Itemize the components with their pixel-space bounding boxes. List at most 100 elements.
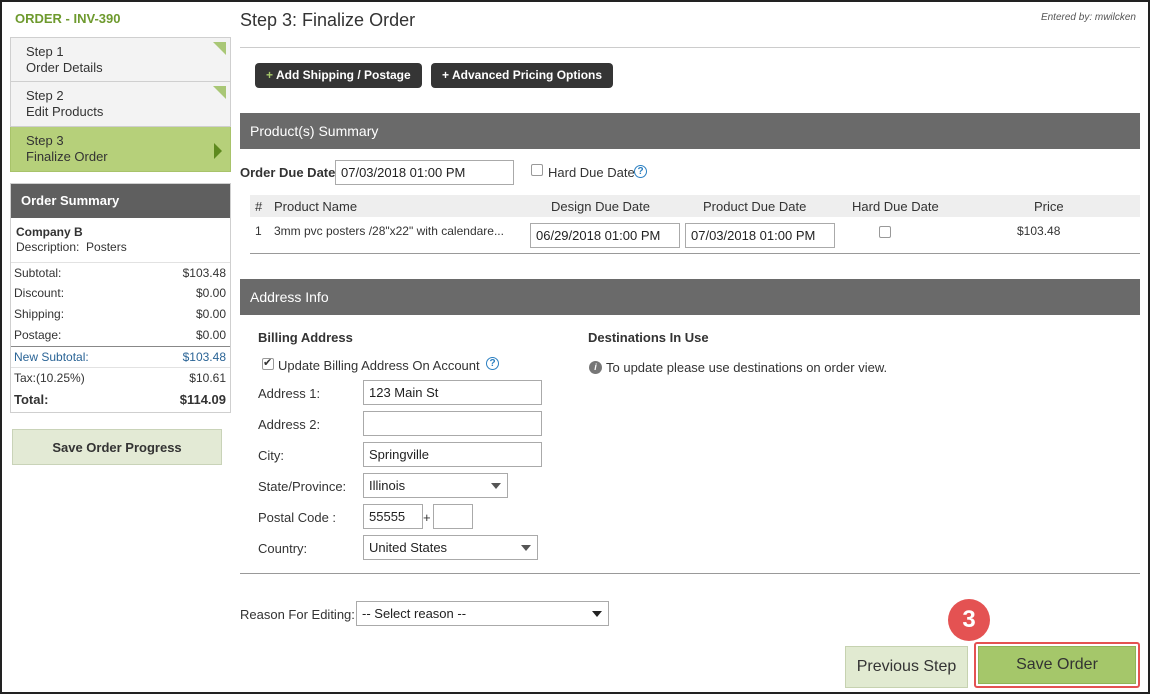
page-title: Step 3: Finalize Order xyxy=(240,10,416,30)
divider xyxy=(240,47,1140,48)
update-billing-label: Update Billing Address On Account xyxy=(278,358,480,373)
add-shipping-postage-button[interactable]: + Add Shipping / Postage xyxy=(255,63,422,88)
postal-code-label: Postal Code : xyxy=(258,510,337,525)
step-number: Step 2 xyxy=(26,88,64,103)
country-select[interactable]: United States xyxy=(363,535,538,560)
step-nav: Step 1 Order Details Step 2 Edit Product… xyxy=(10,37,231,172)
summary-label: Total: xyxy=(14,392,49,407)
summary-value: $103.48 xyxy=(182,350,226,364)
product-due-date-input[interactable]: 07/03/2018 01:00 PM xyxy=(685,223,835,248)
entered-by-label: Entered by: mwilcken xyxy=(1040,12,1136,23)
state-select[interactable]: Illinois xyxy=(363,473,508,498)
step-number: Step 1 xyxy=(26,44,64,59)
row-hard-due-date-checkbox[interactable] xyxy=(879,226,891,238)
plus-icon: + xyxy=(442,68,450,82)
advanced-pricing-options-button[interactable]: + Advanced Pricing Options xyxy=(431,63,614,88)
button-label: Add Shipping / Postage xyxy=(276,68,411,82)
step-label: Finalize Order xyxy=(26,149,108,164)
row-number: 1 xyxy=(255,224,262,238)
products-summary-heading: Product(s) Summary xyxy=(240,113,1140,149)
summary-label: Discount: xyxy=(14,286,65,300)
summary-label: New Subtotal: xyxy=(14,350,89,364)
summary-value: $10.61 xyxy=(189,371,226,385)
hard-due-date-checkbox[interactable] xyxy=(531,164,543,176)
postal-extension-input[interactable] xyxy=(433,504,473,529)
order-due-date-label: Order Due Date: xyxy=(240,165,340,180)
step-callout-badge: 3 xyxy=(948,599,990,641)
summary-value: $114.09 xyxy=(179,392,226,407)
save-order-highlight: Save Order xyxy=(974,642,1140,688)
order-summary-panel: Order Summary Company B Description: Pos… xyxy=(10,183,231,413)
chevron-down-icon xyxy=(491,483,501,489)
country-label: Country: xyxy=(258,541,308,556)
description-value: Posters xyxy=(86,240,127,254)
divider xyxy=(250,253,1140,254)
summary-value: $103.48 xyxy=(182,266,226,280)
reason-for-editing-label: Reason For Editing: xyxy=(240,607,355,622)
summary-row-new-subtotal: New Subtotal: $103.48 xyxy=(11,346,230,367)
save-order-button[interactable]: Save Order xyxy=(978,646,1136,684)
col-number: # xyxy=(255,199,263,214)
step-complete-corner-icon xyxy=(213,86,226,99)
postal-plus-label: + xyxy=(423,510,431,525)
postal-code-input[interactable]: 55555 xyxy=(363,504,423,529)
col-product-name: Product Name xyxy=(274,199,358,214)
description-label: Description: xyxy=(16,240,80,254)
address2-label: Address 2: xyxy=(258,417,321,432)
summary-row-shipping: Shipping: $0.00 xyxy=(11,304,230,325)
destinations-heading: Destinations In Use xyxy=(588,330,709,345)
plus-icon: + xyxy=(266,68,274,82)
step-number: Step 3 xyxy=(26,133,64,148)
summary-value: $0.00 xyxy=(195,328,226,342)
country-select-value: United States xyxy=(369,540,448,555)
save-order-progress-button[interactable]: Save Order Progress xyxy=(12,429,222,465)
products-table-header: # Product Name Design Due Date Product D… xyxy=(250,195,1140,217)
previous-step-button[interactable]: Previous Step xyxy=(845,646,968,688)
hard-due-date-label: Hard Due Date xyxy=(548,165,635,180)
info-icon: i xyxy=(589,361,602,374)
step-label: Edit Products xyxy=(26,104,104,119)
summary-row-postage: Postage: $0.00 xyxy=(11,325,230,346)
summary-label: Tax:(10.25%) xyxy=(14,371,85,385)
chevron-down-icon xyxy=(592,611,602,617)
summary-row-tax: Tax:(10.25%) $10.61 xyxy=(11,367,230,388)
order-due-date-input[interactable]: 07/03/2018 01:00 PM xyxy=(335,160,514,185)
design-due-date-input[interactable]: 06/29/2018 01:00 PM xyxy=(530,223,680,248)
step-3-finalize-order[interactable]: Step 3 Finalize Order xyxy=(10,127,231,172)
summary-label: Shipping: xyxy=(14,307,65,321)
city-input[interactable]: Springville xyxy=(363,442,542,467)
state-label: State/Province: xyxy=(258,479,347,494)
billing-address-heading: Billing Address xyxy=(258,330,353,345)
summary-row-subtotal: Subtotal: $103.48 xyxy=(11,262,230,283)
city-label: City: xyxy=(258,448,284,463)
step-2-edit-products[interactable]: Step 2 Edit Products xyxy=(10,82,231,127)
step-1-order-details[interactable]: Step 1 Order Details xyxy=(10,37,231,82)
row-product-name: 3mm pvc posters /28"x22" with calendare.… xyxy=(274,224,504,238)
summary-company: Company B xyxy=(16,225,83,239)
summary-row-total: Total: $114.09 xyxy=(11,388,230,412)
reason-select-value: -- Select reason -- xyxy=(362,606,467,621)
step-label: Order Details xyxy=(26,60,103,75)
summary-label: Postage: xyxy=(14,328,62,342)
col-hard-due-date: Hard Due Date xyxy=(852,199,939,214)
row-price: $103.48 xyxy=(1017,224,1061,238)
col-product-due-date: Product Due Date xyxy=(703,199,807,214)
update-billing-checkbox[interactable] xyxy=(262,356,274,370)
address2-input[interactable] xyxy=(363,411,542,436)
help-icon[interactable]: ? xyxy=(634,165,647,178)
chevron-down-icon xyxy=(521,545,531,551)
address1-input[interactable]: 123 Main St xyxy=(363,380,542,405)
state-select-value: Illinois xyxy=(369,478,406,493)
reason-for-editing-select[interactable]: -- Select reason -- xyxy=(356,601,609,626)
summary-value: $0.00 xyxy=(195,286,226,300)
summary-value: $0.00 xyxy=(195,307,226,321)
step-complete-corner-icon xyxy=(213,42,226,55)
summary-description: Description: Posters xyxy=(11,239,230,262)
help-icon[interactable]: ? xyxy=(486,357,499,370)
address1-label: Address 1: xyxy=(258,386,321,401)
summary-row-discount: Discount: $0.00 xyxy=(11,283,230,304)
col-design-due-date: Design Due Date xyxy=(551,199,650,214)
order-summary-heading: Order Summary xyxy=(11,184,230,218)
summary-label: Subtotal: xyxy=(14,266,62,280)
divider xyxy=(240,573,1140,574)
